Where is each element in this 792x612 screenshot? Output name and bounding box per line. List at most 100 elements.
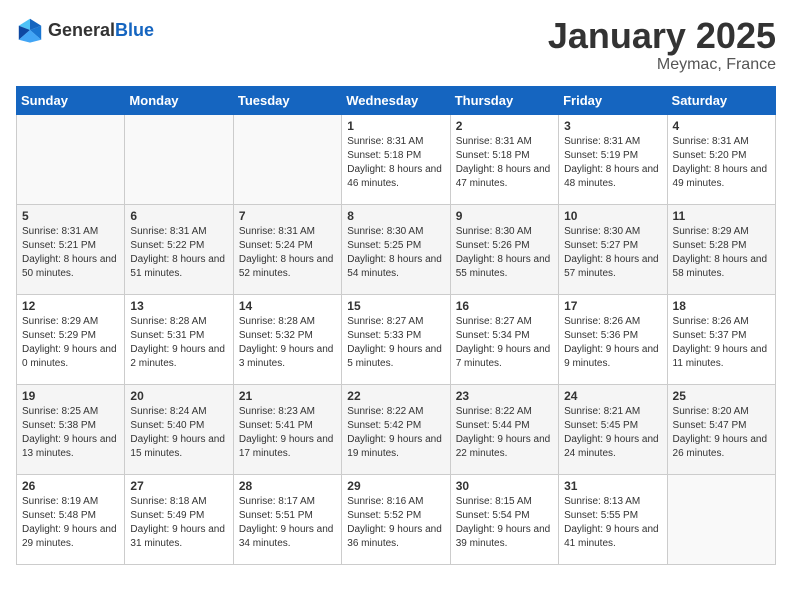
day-info: Sunrise: 8:31 AM Sunset: 5:24 PM Dayligh… bbox=[239, 225, 336, 281]
calendar-day-cell: 9 Sunrise: 8:30 AM Sunset: 5:26 PM Daylig… bbox=[450, 204, 558, 294]
calendar-day-cell: 7 Sunrise: 8:31 AM Sunset: 5:24 PM Daylig… bbox=[233, 204, 341, 294]
day-number: 4 bbox=[673, 119, 770, 133]
calendar-day-cell: 21Sunrise: 8:23 AM Sunset: 5:41 PM Dayli… bbox=[233, 384, 341, 474]
calendar-week-row: 26Sunrise: 8:19 AM Sunset: 5:48 PM Dayli… bbox=[17, 474, 776, 564]
calendar-day-cell: 13Sunrise: 8:28 AM Sunset: 5:31 PM Dayli… bbox=[125, 294, 233, 384]
day-number: 13 bbox=[130, 299, 227, 313]
day-info: Sunrise: 8:25 AM Sunset: 5:38 PM Dayligh… bbox=[22, 405, 119, 461]
day-number: 30 bbox=[456, 479, 553, 493]
day-number: 22 bbox=[347, 389, 444, 403]
calendar-day-cell: 2 Sunrise: 8:31 AM Sunset: 5:18 PM Daylig… bbox=[450, 114, 558, 204]
day-info: Sunrise: 8:15 AM Sunset: 5:54 PM Dayligh… bbox=[456, 495, 553, 551]
day-info: Sunrise: 8:29 AM Sunset: 5:28 PM Dayligh… bbox=[673, 225, 770, 281]
calendar-day-cell: 22Sunrise: 8:22 AM Sunset: 5:42 PM Dayli… bbox=[342, 384, 450, 474]
day-number: 19 bbox=[22, 389, 119, 403]
calendar-table: SundayMondayTuesdayWednesdayThursdayFrid… bbox=[16, 86, 776, 565]
day-number: 7 bbox=[239, 209, 336, 223]
calendar-day-cell bbox=[233, 114, 341, 204]
day-number: 17 bbox=[564, 299, 661, 313]
weekday-header: Saturday bbox=[667, 86, 775, 114]
logo: GeneralBlue bbox=[16, 16, 154, 44]
day-info: Sunrise: 8:13 AM Sunset: 5:55 PM Dayligh… bbox=[564, 495, 661, 551]
day-info: Sunrise: 8:18 AM Sunset: 5:49 PM Dayligh… bbox=[130, 495, 227, 551]
page-header: GeneralBlue January 2025 Meymac, France bbox=[16, 16, 776, 74]
calendar-title: January 2025 bbox=[548, 16, 776, 56]
weekday-header: Wednesday bbox=[342, 86, 450, 114]
day-number: 5 bbox=[22, 209, 119, 223]
calendar-day-cell: 26Sunrise: 8:19 AM Sunset: 5:48 PM Dayli… bbox=[17, 474, 125, 564]
calendar-day-cell: 14Sunrise: 8:28 AM Sunset: 5:32 PM Dayli… bbox=[233, 294, 341, 384]
calendar-day-cell: 27 Sunrise: 8:18 AM Sunset: 5:49 PM Dayli… bbox=[125, 474, 233, 564]
day-info: Sunrise: 8:31 AM Sunset: 5:18 PM Dayligh… bbox=[456, 135, 553, 191]
calendar-day-cell bbox=[125, 114, 233, 204]
day-info: Sunrise: 8:31 AM Sunset: 5:19 PM Dayligh… bbox=[564, 135, 661, 191]
day-number: 25 bbox=[673, 389, 770, 403]
day-number: 31 bbox=[564, 479, 661, 493]
day-info: Sunrise: 8:29 AM Sunset: 5:29 PM Dayligh… bbox=[22, 315, 119, 371]
day-info: Sunrise: 8:24 AM Sunset: 5:40 PM Dayligh… bbox=[130, 405, 227, 461]
calendar-subtitle: Meymac, France bbox=[548, 56, 776, 74]
day-info: Sunrise: 8:23 AM Sunset: 5:41 PM Dayligh… bbox=[239, 405, 336, 461]
day-number: 23 bbox=[456, 389, 553, 403]
calendar-day-cell: 10 Sunrise: 8:30 AM Sunset: 5:27 PM Dayli… bbox=[559, 204, 667, 294]
calendar-day-cell: 29 Sunrise: 8:16 AM Sunset: 5:52 PM Dayli… bbox=[342, 474, 450, 564]
calendar-day-cell: 16 Sunrise: 8:27 AM Sunset: 5:34 PM Dayli… bbox=[450, 294, 558, 384]
calendar-week-row: 5 Sunrise: 8:31 AM Sunset: 5:21 PM Daylig… bbox=[17, 204, 776, 294]
day-number: 15 bbox=[347, 299, 444, 313]
weekday-header: Friday bbox=[559, 86, 667, 114]
weekday-header: Sunday bbox=[17, 86, 125, 114]
day-info: Sunrise: 8:28 AM Sunset: 5:32 PM Dayligh… bbox=[239, 315, 336, 371]
day-info: Sunrise: 8:31 AM Sunset: 5:18 PM Dayligh… bbox=[347, 135, 444, 191]
logo-blue: Blue bbox=[115, 20, 154, 40]
day-number: 18 bbox=[673, 299, 770, 313]
day-info: Sunrise: 8:21 AM Sunset: 5:45 PM Dayligh… bbox=[564, 405, 661, 461]
day-number: 26 bbox=[22, 479, 119, 493]
calendar-week-row: 19 Sunrise: 8:25 AM Sunset: 5:38 PM Dayli… bbox=[17, 384, 776, 474]
calendar-day-cell: 3Sunrise: 8:31 AM Sunset: 5:19 PM Daylig… bbox=[559, 114, 667, 204]
calendar-day-cell: 1Sunrise: 8:31 AM Sunset: 5:18 PM Daylig… bbox=[342, 114, 450, 204]
day-info: Sunrise: 8:27 AM Sunset: 5:34 PM Dayligh… bbox=[456, 315, 553, 371]
logo-icon bbox=[16, 16, 44, 44]
title-block: January 2025 Meymac, France bbox=[548, 16, 776, 74]
day-info: Sunrise: 8:30 AM Sunset: 5:26 PM Dayligh… bbox=[456, 225, 553, 281]
weekday-header: Thursday bbox=[450, 86, 558, 114]
day-number: 27 bbox=[130, 479, 227, 493]
calendar-day-cell: 17 Sunrise: 8:26 AM Sunset: 5:36 PM Dayli… bbox=[559, 294, 667, 384]
day-info: Sunrise: 8:26 AM Sunset: 5:36 PM Dayligh… bbox=[564, 315, 661, 371]
day-number: 28 bbox=[239, 479, 336, 493]
day-info: Sunrise: 8:17 AM Sunset: 5:51 PM Dayligh… bbox=[239, 495, 336, 551]
day-number: 9 bbox=[456, 209, 553, 223]
day-number: 2 bbox=[456, 119, 553, 133]
day-number: 16 bbox=[456, 299, 553, 313]
day-number: 20 bbox=[130, 389, 227, 403]
calendar-day-cell: 6Sunrise: 8:31 AM Sunset: 5:22 PM Daylig… bbox=[125, 204, 233, 294]
weekday-header: Monday bbox=[125, 86, 233, 114]
day-info: Sunrise: 8:30 AM Sunset: 5:27 PM Dayligh… bbox=[564, 225, 661, 281]
day-number: 29 bbox=[347, 479, 444, 493]
day-number: 24 bbox=[564, 389, 661, 403]
calendar-day-cell: 19 Sunrise: 8:25 AM Sunset: 5:38 PM Dayli… bbox=[17, 384, 125, 474]
day-number: 10 bbox=[564, 209, 661, 223]
calendar-day-cell bbox=[667, 474, 775, 564]
day-info: Sunrise: 8:22 AM Sunset: 5:44 PM Dayligh… bbox=[456, 405, 553, 461]
calendar-day-cell: 28 Sunrise: 8:17 AM Sunset: 5:51 PM Dayli… bbox=[233, 474, 341, 564]
calendar-day-cell: 15Sunrise: 8:27 AM Sunset: 5:33 PM Dayli… bbox=[342, 294, 450, 384]
day-info: Sunrise: 8:30 AM Sunset: 5:25 PM Dayligh… bbox=[347, 225, 444, 281]
day-info: Sunrise: 8:31 AM Sunset: 5:21 PM Dayligh… bbox=[22, 225, 119, 281]
calendar-day-cell: 8Sunrise: 8:30 AM Sunset: 5:25 PM Daylig… bbox=[342, 204, 450, 294]
calendar-week-row: 1Sunrise: 8:31 AM Sunset: 5:18 PM Daylig… bbox=[17, 114, 776, 204]
weekday-header: Tuesday bbox=[233, 86, 341, 114]
day-number: 11 bbox=[673, 209, 770, 223]
calendar-day-cell: 11 Sunrise: 8:29 AM Sunset: 5:28 PM Dayli… bbox=[667, 204, 775, 294]
day-info: Sunrise: 8:20 AM Sunset: 5:47 PM Dayligh… bbox=[673, 405, 770, 461]
day-info: Sunrise: 8:16 AM Sunset: 5:52 PM Dayligh… bbox=[347, 495, 444, 551]
calendar-day-cell: 23 Sunrise: 8:22 AM Sunset: 5:44 PM Dayli… bbox=[450, 384, 558, 474]
calendar-day-cell: 31 Sunrise: 8:13 AM Sunset: 5:55 PM Dayli… bbox=[559, 474, 667, 564]
day-info: Sunrise: 8:26 AM Sunset: 5:37 PM Dayligh… bbox=[673, 315, 770, 371]
day-info: Sunrise: 8:31 AM Sunset: 5:22 PM Dayligh… bbox=[130, 225, 227, 281]
calendar-day-cell: 30 Sunrise: 8:15 AM Sunset: 5:54 PM Dayli… bbox=[450, 474, 558, 564]
calendar-day-cell: 18 Sunrise: 8:26 AM Sunset: 5:37 PM Dayli… bbox=[667, 294, 775, 384]
calendar-day-cell: 24 Sunrise: 8:21 AM Sunset: 5:45 PM Dayli… bbox=[559, 384, 667, 474]
calendar-day-cell: 5 Sunrise: 8:31 AM Sunset: 5:21 PM Daylig… bbox=[17, 204, 125, 294]
calendar-week-row: 12Sunrise: 8:29 AM Sunset: 5:29 PM Dayli… bbox=[17, 294, 776, 384]
